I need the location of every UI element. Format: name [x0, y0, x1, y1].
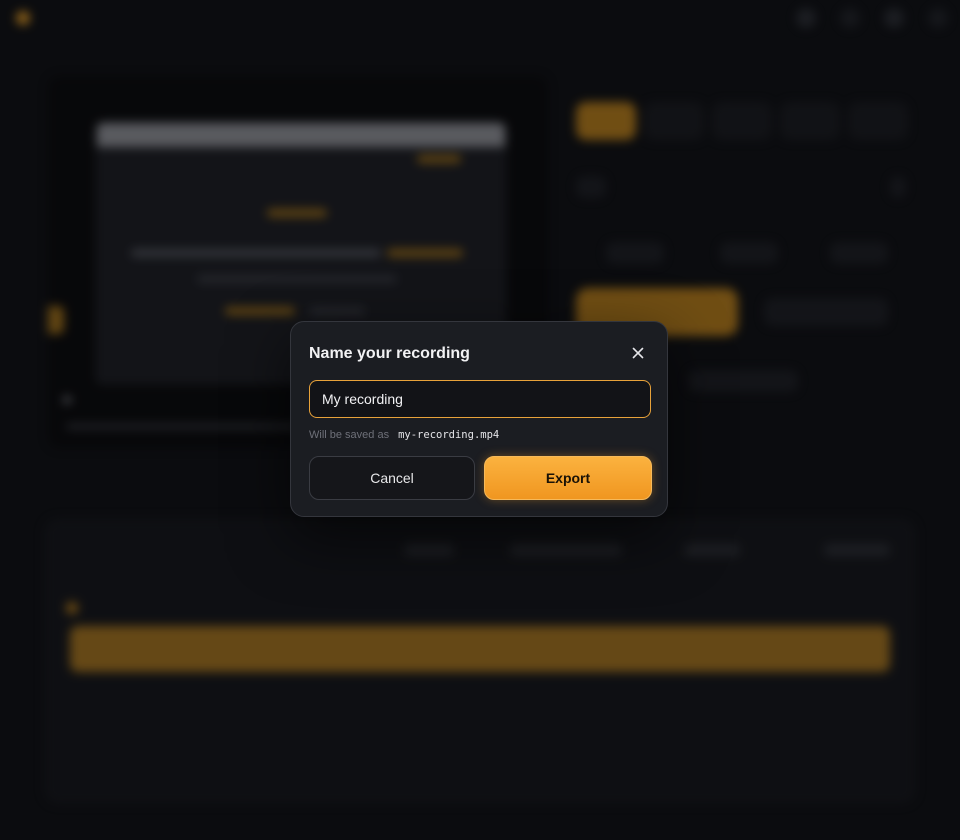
playhead	[66, 602, 78, 614]
settings-pill	[720, 242, 778, 264]
recording-name-input[interactable]	[309, 380, 651, 418]
preview-decor	[131, 249, 381, 257]
dialog-title: Name your recording	[309, 345, 470, 362]
settings-pill	[830, 242, 888, 264]
preview-decor	[225, 307, 295, 315]
option-chip	[644, 102, 704, 140]
preview-decor	[267, 209, 327, 217]
timeline-tool	[404, 544, 454, 556]
settings-row	[576, 242, 908, 264]
export-button[interactable]: Export	[484, 456, 652, 500]
option-chip	[576, 102, 636, 140]
top-bar	[0, 0, 960, 36]
cancel-button[interactable]: Cancel	[309, 456, 475, 500]
option-chip	[712, 102, 772, 140]
timeline-clip	[70, 626, 890, 672]
settings-pill	[606, 242, 664, 264]
preview-decor	[387, 249, 463, 257]
save-hint-prefix: Will be saved as	[309, 429, 390, 441]
close-icon	[632, 347, 644, 359]
top-bar-icon	[840, 8, 860, 28]
logo-icon	[16, 11, 30, 25]
preview-nav-handle	[48, 306, 64, 334]
option-chip	[780, 102, 840, 140]
play-control: ▶	[64, 392, 74, 406]
preview-decor	[197, 275, 397, 283]
name-recording-dialog: Name your recording Will be saved as my-…	[290, 321, 668, 517]
save-filename: my-recording.mp4	[398, 429, 500, 441]
top-bar-icon	[928, 8, 948, 28]
secondary-action	[764, 298, 888, 326]
preview-titlebar	[97, 123, 505, 147]
settings-row	[576, 176, 908, 198]
close-button[interactable]	[627, 342, 649, 364]
settings-pill	[890, 176, 906, 198]
timeline-tool	[824, 544, 890, 556]
timeline-tool	[684, 544, 740, 556]
preview-decor	[309, 307, 365, 315]
preview-decor	[417, 155, 461, 163]
top-bar-icon	[796, 8, 816, 28]
timeline-panel	[44, 518, 916, 804]
option-chip	[848, 102, 908, 140]
top-bar-icon	[884, 8, 904, 28]
save-hint: Will be saved as my-recording.mp4	[309, 429, 499, 441]
settings-pill	[576, 176, 606, 198]
secondary-action	[688, 370, 798, 392]
timeline-tool	[510, 544, 622, 556]
